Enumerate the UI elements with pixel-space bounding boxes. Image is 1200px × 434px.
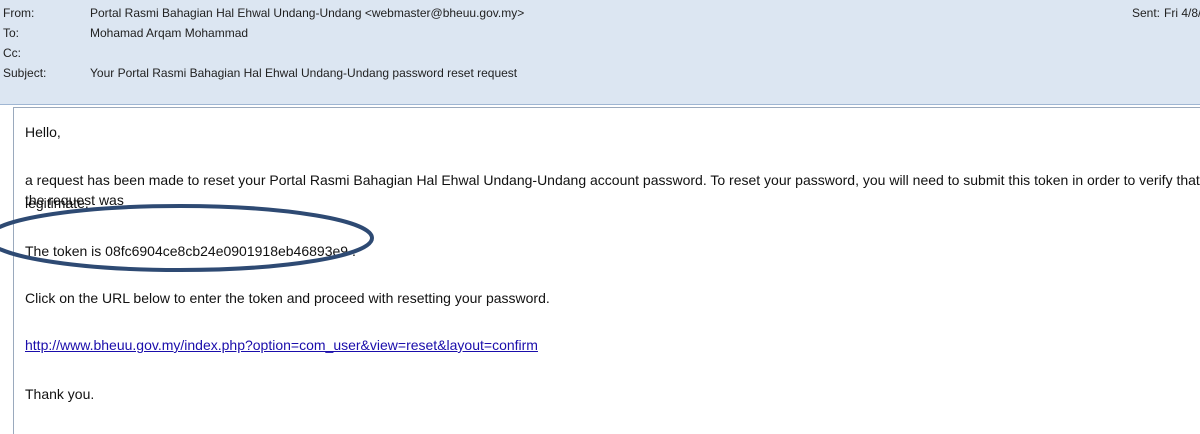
email-header: From: Portal Rasmi Bahagian Hal Ehwal Un…	[0, 0, 1200, 105]
subject-label: Subject:	[3, 66, 47, 80]
sent-value: Fri 4/8/201	[1164, 6, 1200, 20]
from-label: From:	[3, 6, 35, 20]
sent-label: Sent:	[1131, 6, 1160, 20]
to-row: To: Mohamad Arqam Mohammad	[0, 23, 1200, 43]
to-value[interactable]: Mohamad Arqam Mohammad	[90, 23, 248, 43]
from-value[interactable]: Portal Rasmi Bahagian Hal Ehwal Undang-U…	[90, 3, 524, 23]
to-label: To:	[3, 26, 20, 40]
from-row: From: Portal Rasmi Bahagian Hal Ehwal Un…	[0, 3, 1200, 23]
instruction-text: Click on the URL below to enter the toke…	[25, 290, 550, 306]
subject-row: Subject: Your Portal Rasmi Bahagian Hal …	[0, 63, 1200, 83]
email-body: Hello, a request has been made to reset …	[13, 107, 1200, 434]
subject-value: Your Portal Rasmi Bahagian Hal Ehwal Und…	[90, 66, 518, 80]
reset-url-link[interactable]: http://www.bheuu.gov.my/index.php?option…	[25, 335, 538, 355]
greeting: Hello,	[25, 124, 61, 140]
cc-row: Cc:	[0, 43, 1200, 63]
paragraph-line-1: a request has been made to reset your Po…	[25, 172, 1200, 208]
token-line: The token is 08fc6904ce8cb24e0901918eb46…	[25, 243, 356, 259]
cc-label: Cc:	[3, 46, 21, 60]
closing-text: Thank you.	[25, 386, 95, 402]
paragraph-line-2: legitimate.	[25, 195, 89, 211]
